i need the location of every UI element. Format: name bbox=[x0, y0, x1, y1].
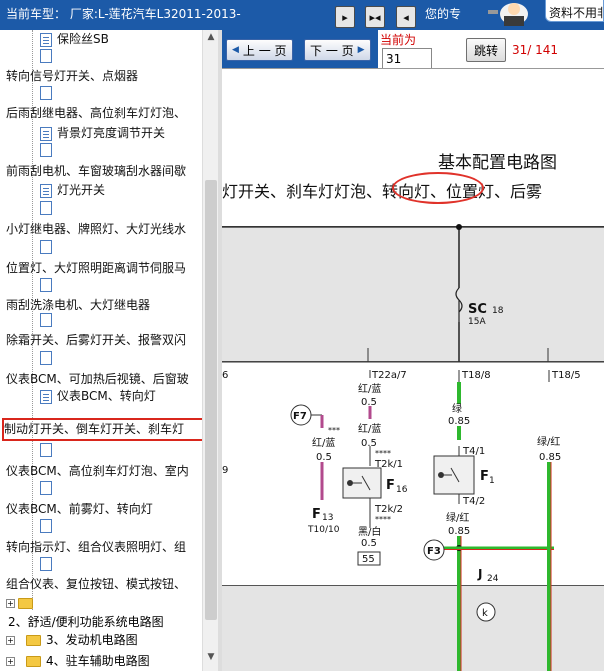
tree-item-front-wiper-motor[interactable]: 前雨刮电机、车窗玻璃刮水器间歇 bbox=[6, 162, 186, 181]
svg-text:6: 6 bbox=[222, 370, 228, 381]
document-icon bbox=[40, 313, 52, 327]
tree-scrollbar[interactable]: ▲ ▼ bbox=[202, 30, 218, 671]
svg-text:绿/红: 绿/红 bbox=[446, 511, 469, 524]
document-icon bbox=[40, 389, 52, 404]
svg-text:T4/2: T4/2 bbox=[462, 496, 485, 507]
last-page-icon[interactable]: ◂ bbox=[396, 6, 416, 28]
svg-text:16: 16 bbox=[396, 485, 408, 495]
tree-item-position-light[interactable]: 位置灯、大灯照明距离调节伺服马 bbox=[6, 259, 186, 278]
svg-text:0.5: 0.5 bbox=[361, 538, 377, 549]
svg-text:****: **** bbox=[375, 449, 391, 458]
svg-text:****: **** bbox=[375, 515, 391, 524]
expand-icon[interactable]: + bbox=[6, 657, 15, 666]
tree-item-backlight-dimmer[interactable]: 背景灯亮度调节开关 bbox=[40, 124, 165, 143]
tree-item-light-switch[interactable]: 灯光开关 bbox=[40, 181, 105, 200]
mascot-logo bbox=[478, 0, 542, 30]
folder-icon bbox=[26, 656, 41, 667]
scroll-down-arrow-icon[interactable]: ▼ bbox=[203, 652, 219, 666]
expand-icon[interactable]: + bbox=[6, 599, 15, 608]
tree-folder-engine[interactable]: +3、发动机电路图 bbox=[6, 631, 138, 650]
tree-item-defrost-switch[interactable]: 除霜开关、后雾灯开关、报警双闪 bbox=[6, 331, 186, 350]
tree-item-rear-wiper-relay[interactable]: 后雨刮继电器、高位刹车灯灯泡、 bbox=[6, 104, 186, 123]
scroll-thumb[interactable] bbox=[205, 180, 217, 620]
svg-text:1: 1 bbox=[489, 476, 495, 486]
fuse-sc-label: SC bbox=[468, 302, 487, 317]
svg-text:18: 18 bbox=[492, 306, 504, 316]
tree-item-turn-signal-switch[interactable]: 转向信号灯开关、点烟器 bbox=[6, 67, 138, 86]
first-page-icon[interactable]: ▸ bbox=[335, 6, 355, 28]
svg-text:55: 55 bbox=[362, 554, 375, 565]
app-window: 当前车型： 厂家:L-莲花汽车L32011-2013- ▸ ▸◂ ◂ 您的专 资… bbox=[0, 0, 604, 671]
split-view-icon[interactable]: ▸◂ bbox=[365, 6, 385, 28]
document-icon bbox=[40, 481, 52, 495]
svg-text:T10/10: T10/10 bbox=[307, 525, 340, 535]
scroll-up-arrow-icon[interactable]: ▲ bbox=[203, 32, 219, 46]
tree-item-washer-motor[interactable]: 雨刮洗涤电机、大灯继电器 bbox=[6, 296, 150, 315]
your-pro-label: 您的专 bbox=[425, 7, 462, 21]
document-icon bbox=[40, 126, 52, 141]
tree-item-turn-indicator[interactable]: 转向指示灯、组合仪表照明灯、组 bbox=[6, 538, 186, 557]
svg-text:***: *** bbox=[328, 426, 340, 435]
tree-sidebar: 保险丝SB 转向信号灯开关、点烟器 后雨刮继电器、高位刹车灯灯泡、 背景灯亮度调… bbox=[0, 30, 202, 671]
svg-text:F: F bbox=[386, 478, 395, 493]
svg-text:9: 9 bbox=[222, 465, 228, 476]
diagram-panel: ◀上 一 页 下 一 页▶ 当前为 跳转 31/ 141 基本配置电路图 灯开关… bbox=[222, 30, 604, 671]
document-icon bbox=[40, 201, 52, 215]
svg-text:红/蓝: 红/蓝 bbox=[358, 422, 381, 435]
svg-text:0.5: 0.5 bbox=[316, 452, 332, 463]
svg-text:0.85: 0.85 bbox=[448, 526, 470, 537]
notice-banner: 资料不用非 bbox=[545, 0, 604, 22]
svg-text:T22a/7: T22a/7 bbox=[371, 370, 407, 381]
expand-icon[interactable]: + bbox=[6, 636, 15, 645]
circuit-diagram: SC 18 15A 6 9 T22a/7 红/蓝 0.5 红/蓝 0.5 ***… bbox=[222, 224, 604, 671]
svg-text:绿: 绿 bbox=[452, 402, 462, 415]
document-icon bbox=[40, 49, 52, 63]
svg-text:F: F bbox=[480, 469, 489, 484]
folder-icon bbox=[18, 598, 33, 609]
tree-folder-comfort-systems[interactable]: 2、舒适/便利功能系统电路图 bbox=[8, 613, 164, 632]
svg-text:红/蓝: 红/蓝 bbox=[358, 382, 381, 395]
svg-text:24: 24 bbox=[487, 574, 499, 584]
top-bar: 当前车型： 厂家:L-莲花汽车L32011-2013- ▸ ▸◂ ◂ 您的专 资… bbox=[0, 0, 604, 30]
car-model-title: 当前车型： 厂家:L-莲花汽车L32011-2013- bbox=[6, 7, 241, 21]
svg-text:F: F bbox=[312, 507, 321, 522]
document-icon bbox=[40, 86, 52, 100]
document-icon bbox=[40, 351, 52, 365]
tree-folder-parking-assist[interactable]: +4、驻车辅助电路图 bbox=[6, 652, 150, 671]
svg-text:T2k/2: T2k/2 bbox=[374, 504, 403, 515]
svg-text:红/蓝: 红/蓝 bbox=[312, 436, 335, 449]
document-icon bbox=[40, 519, 52, 533]
svg-text:F3: F3 bbox=[427, 546, 441, 557]
document-icon bbox=[40, 443, 52, 457]
tree-item-brake-light-switch[interactable]: 制动灯开关、倒车灯开关、刹车灯 bbox=[2, 418, 202, 441]
svg-text:T4/1: T4/1 bbox=[462, 446, 485, 457]
folder-icon bbox=[26, 635, 41, 646]
document-icon bbox=[40, 32, 52, 47]
document-icon bbox=[40, 143, 52, 157]
svg-text:黑/白: 黑/白 bbox=[358, 525, 381, 538]
svg-text:15A: 15A bbox=[468, 317, 486, 327]
svg-text:T18/8: T18/8 bbox=[461, 370, 491, 381]
tree-folder-collapsed[interactable]: + bbox=[6, 594, 38, 613]
svg-text:0.85: 0.85 bbox=[539, 452, 561, 463]
svg-text:F7: F7 bbox=[293, 411, 307, 422]
document-icon bbox=[40, 183, 52, 198]
svg-text:J: J bbox=[477, 567, 482, 581]
svg-text:0.85: 0.85 bbox=[448, 416, 470, 427]
svg-text:13: 13 bbox=[322, 513, 333, 523]
document-icon bbox=[40, 240, 52, 254]
svg-text:0.5: 0.5 bbox=[361, 438, 377, 449]
document-icon bbox=[40, 278, 52, 292]
svg-text:绿/红: 绿/红 bbox=[537, 435, 560, 448]
tree-item-bcm-turn-light[interactable]: 仪表BCM、转向灯 bbox=[40, 387, 156, 406]
tree-item-small-light-relay[interactable]: 小灯继电器、牌照灯、大灯光线水 bbox=[6, 220, 186, 239]
document-icon bbox=[40, 557, 52, 571]
tree-item-bcm-high-brake-light[interactable]: 仪表BCM、高位刹车灯灯泡、室内 bbox=[6, 462, 189, 481]
svg-text:k: k bbox=[482, 608, 488, 619]
tree-item-fuse-sb[interactable]: 保险丝SB bbox=[40, 30, 109, 49]
tree-item-bcm-fog-light[interactable]: 仪表BCM、前雾灯、转向灯 bbox=[6, 500, 153, 519]
tree-item-instrument-cluster[interactable]: 组合仪表、复位按钮、模式按钮、 bbox=[6, 575, 186, 594]
svg-text:T18/5: T18/5 bbox=[551, 370, 581, 381]
